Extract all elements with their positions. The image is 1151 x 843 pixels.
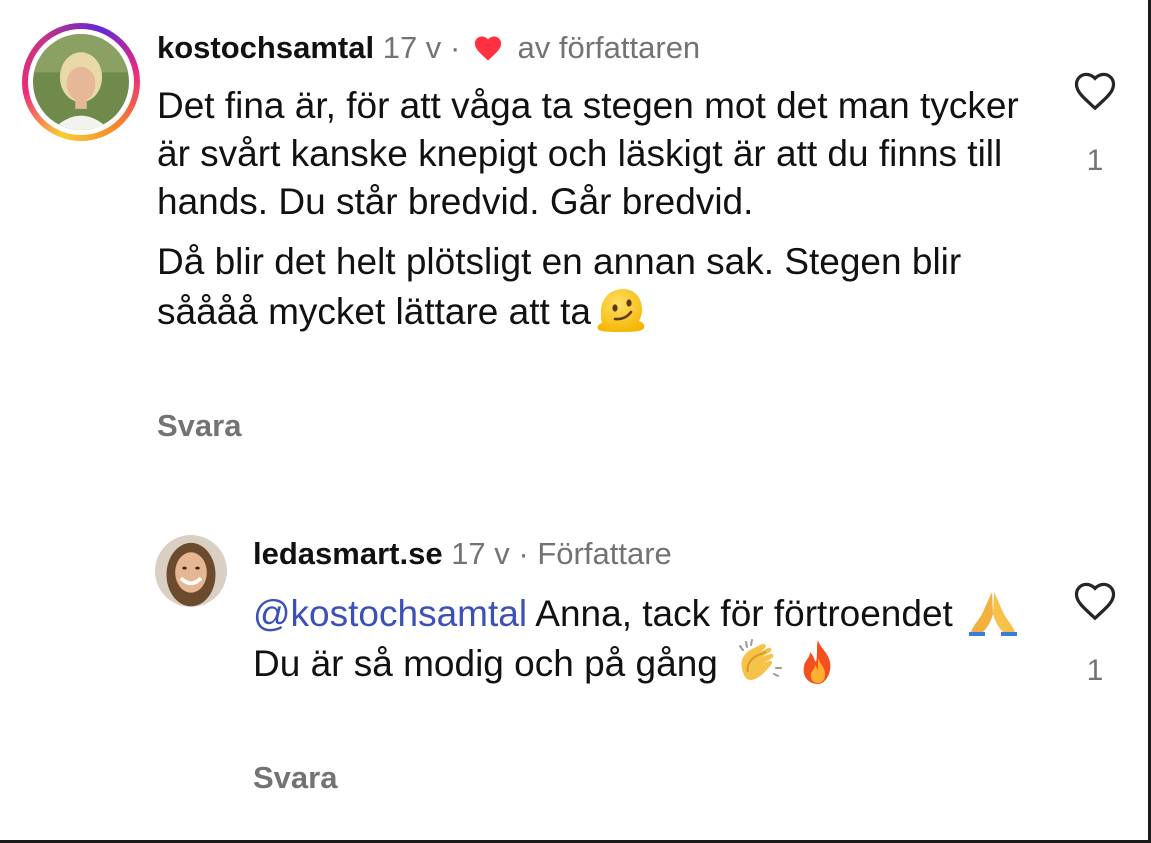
like-column: 1 xyxy=(1070,70,1120,178)
comment-paragraph: Det fina är, för att våga ta stegen mot … xyxy=(157,85,1019,222)
comment-paragraph-text: Då blir det helt plötsligt en annan sak.… xyxy=(157,241,962,332)
comment-paragraph-2: Då blir det helt plötsligt en annan sak.… xyxy=(157,238,1057,336)
author-liked-heart-icon xyxy=(474,36,502,61)
comment-text: Det fina är, för att våga ta stegen mot … xyxy=(157,82,1057,348)
username[interactable]: kostochsamtal xyxy=(157,30,374,65)
comment-header: kostochsamtal 17 v · av författaren xyxy=(157,30,700,66)
like-heart-icon[interactable] xyxy=(1072,580,1118,622)
mention-link[interactable]: @kostochsamtal xyxy=(253,593,527,634)
reply-text: @kostochsamtal Anna, tack för förtroende… xyxy=(253,588,1033,688)
reply-text-part1: Anna, tack för förtroendet xyxy=(527,593,964,634)
clapping-hands-icon xyxy=(739,639,783,681)
timestamp: 17 v xyxy=(382,30,442,65)
like-heart-icon[interactable] xyxy=(1072,70,1118,112)
fire-icon xyxy=(803,640,831,684)
avatar[interactable] xyxy=(155,535,227,607)
melting-face-icon xyxy=(597,289,645,332)
author-like-label: av författaren xyxy=(517,30,701,65)
timestamp: 17 v xyxy=(451,536,510,571)
folded-hands-icon xyxy=(969,592,1018,636)
separator: · xyxy=(518,536,529,571)
reply-button[interactable]: Svara xyxy=(157,408,241,444)
avatar xyxy=(33,34,129,130)
like-count: 1 xyxy=(1086,144,1104,177)
avatar-story-ring[interactable] xyxy=(22,23,140,141)
author-badge: Författare xyxy=(537,536,672,571)
comments-panel: kostochsamtal 17 v · av författaren Det … xyxy=(0,0,1151,843)
reply-header: ledasmart.se 17 v · Författare xyxy=(253,536,672,572)
username[interactable]: ledasmart.se xyxy=(253,536,443,571)
comment-item: kostochsamtal 17 v · av författaren Det … xyxy=(0,0,1148,480)
reply-text-part2: Du är så modig och på gång xyxy=(253,643,729,684)
like-column: 1 xyxy=(1070,580,1120,688)
separator: · xyxy=(449,30,461,65)
reply-button[interactable]: Svara xyxy=(253,760,337,796)
like-count: 1 xyxy=(1086,654,1104,687)
